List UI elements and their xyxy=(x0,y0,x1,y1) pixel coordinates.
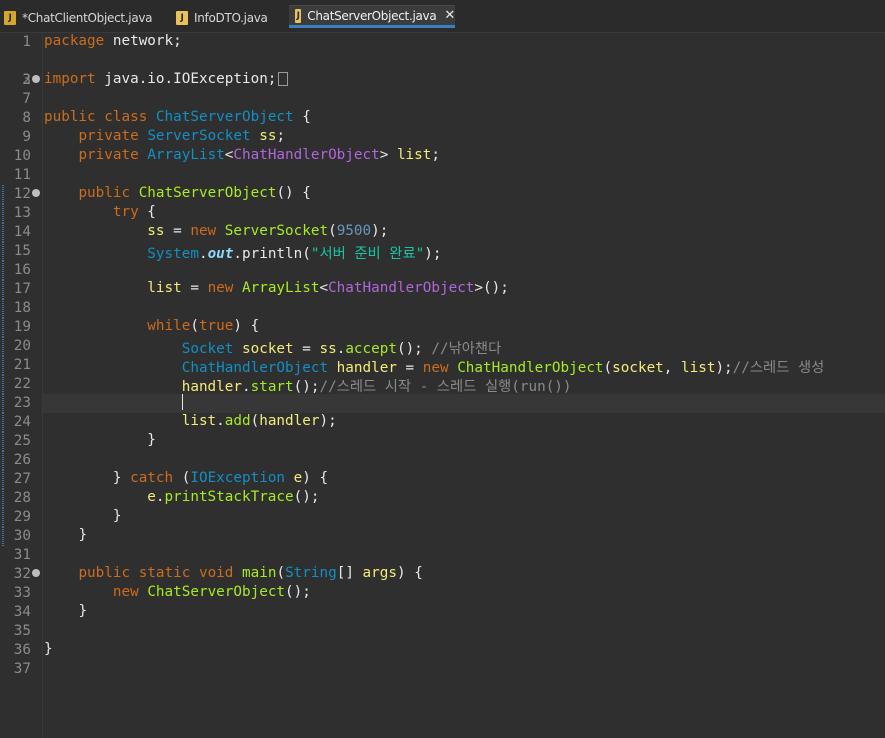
collapse-fold-icon[interactable] xyxy=(32,189,40,197)
change-marker xyxy=(2,527,4,546)
code-line-21[interactable]: ChatHandlerObject handler = new ChatHand… xyxy=(44,356,825,376)
close-icon[interactable]: ✕ xyxy=(444,8,455,23)
change-marker xyxy=(2,394,4,413)
code-line-33[interactable]: new ChatServerObject(); xyxy=(44,584,311,603)
line-number: 26 xyxy=(13,452,31,468)
line-number: 21 xyxy=(13,357,31,373)
tab-chatserverobject[interactable]: J ChatServerObject.java ✕ xyxy=(289,5,455,28)
line-number: 17 xyxy=(13,281,31,297)
line-number: 31 xyxy=(13,547,31,563)
change-marker xyxy=(2,356,4,375)
code-line-28[interactable]: e.printStackTrace(); xyxy=(44,489,319,508)
line-number: 14 xyxy=(13,224,31,240)
code-line-24[interactable]: list.add(handler); xyxy=(44,413,337,432)
change-marker xyxy=(2,204,4,223)
line-number: 24 xyxy=(13,414,31,430)
line-number: 8 xyxy=(22,110,31,126)
code-line-15[interactable]: System.out.println("서버 준비 완료"); xyxy=(44,242,441,262)
tab-chatclientobject[interactable]: J *ChatClientObject.java xyxy=(4,5,153,31)
code-line-12[interactable]: public ChatServerObject() { xyxy=(44,185,310,204)
line-number: 36 xyxy=(13,642,31,658)
line-number: 32 xyxy=(13,566,31,582)
code-line-34[interactable]: } xyxy=(44,603,87,622)
java-file-icon: J xyxy=(295,8,302,23)
java-file-icon: J xyxy=(4,11,16,25)
line-number: 23 xyxy=(13,395,31,411)
change-marker xyxy=(2,337,4,356)
code-line-23[interactable] xyxy=(44,394,183,413)
line-number: 12 xyxy=(13,186,31,202)
line-number: 1 xyxy=(22,34,31,50)
change-marker xyxy=(2,242,4,261)
line-number: 33 xyxy=(13,585,31,601)
code-line-36[interactable]: } xyxy=(44,641,53,660)
gutter-divider xyxy=(42,33,43,738)
expand-fold-icon[interactable] xyxy=(32,75,40,83)
code-line-20[interactable]: Socket socket = ss.accept(); //낚아챈다 xyxy=(44,337,502,357)
line-number-gutter: 1 2 3 7 8 9 10 11 12 13 14 15 16 17 18 1… xyxy=(0,33,42,738)
code-line-10[interactable]: private ArrayList<ChatHandlerObject> lis… xyxy=(44,147,440,166)
line-number: 11 xyxy=(13,167,31,183)
line-number: 13 xyxy=(13,205,31,221)
line-number: 9 xyxy=(22,129,31,145)
line-number: 37 xyxy=(13,661,31,677)
folded-imports-icon[interactable] xyxy=(278,72,289,86)
line-number: 20 xyxy=(13,338,31,354)
change-marker xyxy=(2,318,4,337)
change-marker xyxy=(2,432,4,451)
change-marker xyxy=(2,299,4,318)
tab-infodto[interactable]: J InfoDTO.java xyxy=(176,5,268,31)
code-line-13[interactable]: try { xyxy=(44,204,156,223)
change-marker xyxy=(2,185,4,204)
line-number: 25 xyxy=(13,433,31,449)
line-number: 28 xyxy=(13,490,31,506)
line-number: 27 xyxy=(13,471,31,487)
tab-label: InfoDTO.java xyxy=(194,11,268,25)
tab-label: ChatServerObject.java xyxy=(307,8,437,23)
change-marker xyxy=(2,489,4,508)
tab-label: *ChatClientObject.java xyxy=(22,11,153,25)
code-line-29[interactable]: } xyxy=(44,508,122,527)
code-line-1[interactable]: package network; xyxy=(44,33,182,52)
change-marker xyxy=(2,470,4,489)
code-line-30[interactable]: } xyxy=(44,527,87,546)
line-number: 29 xyxy=(13,509,31,525)
java-file-icon: J xyxy=(176,11,188,25)
line-number: 10 xyxy=(13,148,31,164)
text-cursor xyxy=(181,394,183,410)
code-line-25[interactable]: } xyxy=(44,432,156,451)
change-marker xyxy=(2,280,4,299)
code-editor[interactable]: 1 2 3 7 8 9 10 11 12 13 14 15 16 17 18 1… xyxy=(0,33,885,738)
editor-tab-bar: J *ChatClientObject.java J InfoDTO.java … xyxy=(0,0,885,33)
line-number: 30 xyxy=(13,528,31,544)
change-marker xyxy=(2,261,4,280)
line-number: 3 xyxy=(22,72,31,88)
change-marker xyxy=(2,508,4,527)
line-number: 18 xyxy=(13,300,31,316)
code-line-27[interactable]: } catch (IOException e) { xyxy=(44,470,328,489)
line-number: 15 xyxy=(13,243,31,259)
line-number: 35 xyxy=(13,623,31,639)
line-number: 22 xyxy=(13,376,31,392)
collapse-fold-icon[interactable] xyxy=(32,569,40,577)
code-line-9[interactable]: private ServerSocket ss; xyxy=(44,128,285,147)
change-marker xyxy=(2,375,4,394)
change-marker xyxy=(2,413,4,432)
change-marker xyxy=(2,223,4,242)
code-line-8[interactable]: public class ChatServerObject { xyxy=(44,109,311,128)
code-line-17[interactable]: list = new ArrayList<ChatHandlerObject>(… xyxy=(44,280,509,299)
code-line-19[interactable]: while(true) { xyxy=(44,318,259,337)
line-number: 16 xyxy=(13,262,31,278)
line-number: 34 xyxy=(13,604,31,620)
line-number: 19 xyxy=(13,319,31,335)
code-line-3[interactable]: import java.io.IOException; xyxy=(44,71,289,90)
line-number: 7 xyxy=(22,91,31,107)
code-line-14[interactable]: ss = new ServerSocket(9500); xyxy=(44,223,388,242)
code-line-32[interactable]: public static void main(String[] args) { xyxy=(44,565,422,584)
code-line-22[interactable]: handler.start();//스레드 시작 - 스레드 실행(run()) xyxy=(44,375,572,395)
change-marker xyxy=(2,451,4,470)
